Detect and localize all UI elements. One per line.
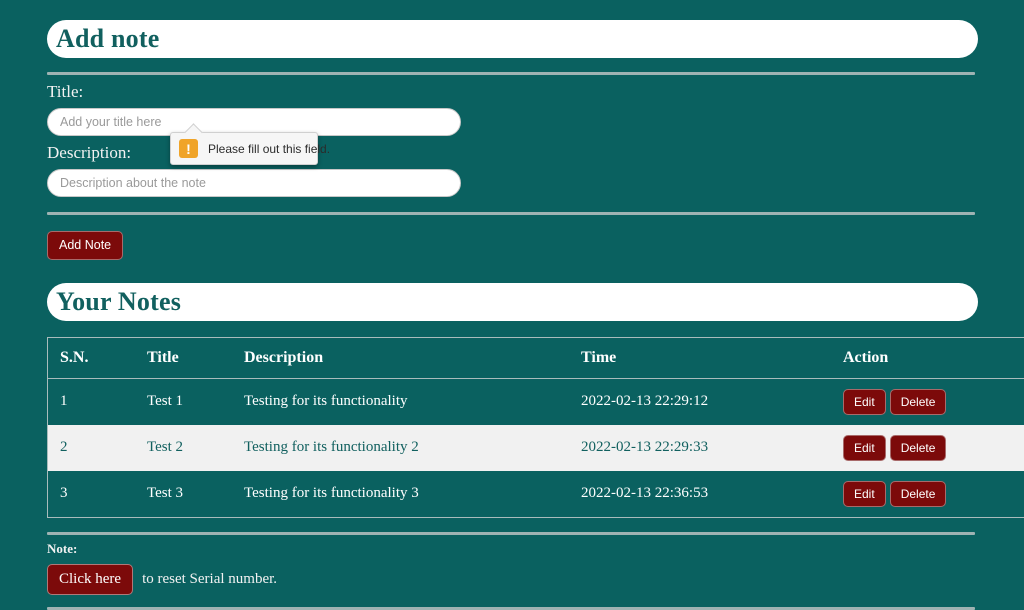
column-header-action: Action [831,337,1024,378]
spacer-9 [47,321,978,337]
add-note-heading-bar: Add note [47,20,978,58]
cell-description: Testing for its functionality [232,378,569,425]
spacer-13 [47,595,978,607]
your-notes-heading-text: Your Notes [56,289,181,315]
add-note-heading-text: Add note [56,26,159,52]
edit-button[interactable]: Edit [843,435,886,461]
cell-title: Test 1 [135,378,232,425]
edit-button[interactable]: Edit [843,481,886,507]
spacer-8 [47,260,978,283]
reset-serial-number-button[interactable]: Click here [47,564,133,595]
footer-note-text: to reset Serial number. [142,571,277,588]
table-row: 1 Test 1 Testing for its functionality 2… [48,378,1024,425]
footer-note-label: Note: [47,541,978,557]
delete-button[interactable]: Delete [890,389,947,415]
footer-note-row: Click here to reset Serial number. [47,564,978,595]
cell-time: 2022-02-13 22:29:33 [569,425,831,471]
cell-description: Testing for its functionality 3 [232,471,569,518]
add-note-header-wrap: Add note [47,0,978,58]
column-header-sn: S.N. [48,337,136,378]
validation-tooltip-message: Please fill out this field. [208,142,330,156]
table-row: 2 Test 2 Testing for its functionality 2… [48,425,1024,471]
cell-action: EditDelete [831,471,1024,518]
column-header-description: Description [232,337,569,378]
cell-time: 2022-02-13 22:29:12 [569,378,831,425]
spacer-2 [47,75,978,82]
title-field-label: Title: [47,82,978,102]
cell-sn: 1 [48,378,136,425]
page-root: Add note Title: Description: Add Note Yo… [0,0,1024,563]
warning-exclamation-icon: ! [179,139,198,158]
spacer-6 [47,197,978,212]
cell-title: Test 3 [135,471,232,518]
cell-description: Testing for its functionality 2 [232,425,569,471]
table-row: 3 Test 3 Testing for its functionality 3… [48,471,1024,518]
table-header-row: S.N. Title Description Time Action [48,337,1024,378]
delete-button[interactable]: Delete [890,435,947,461]
cell-sn: 3 [48,471,136,518]
add-note-button[interactable]: Add Note [47,231,123,260]
spacer-10 [47,518,978,532]
spacer-7 [47,215,978,231]
notes-table-head: S.N. Title Description Time Action [48,337,1024,378]
column-header-time: Time [569,337,831,378]
delete-button[interactable]: Delete [890,481,947,507]
cell-action: EditDelete [831,378,1024,425]
cell-sn: 2 [48,425,136,471]
description-input[interactable] [47,169,461,197]
edit-button[interactable]: Edit [843,389,886,415]
cell-time: 2022-02-13 22:36:53 [569,471,831,518]
notes-table: S.N. Title Description Time Action 1 Tes… [47,337,1024,518]
cell-title: Test 2 [135,425,232,471]
your-notes-heading-bar: Your Notes [47,283,978,321]
validation-tooltip: ! Please fill out this field. [170,132,318,165]
spacer-12 [47,557,978,564]
cell-action: EditDelete [831,425,1024,471]
spacer-1 [47,58,978,72]
column-header-title: Title [135,337,232,378]
content-container: Add note Title: Description: Add Note Yo… [47,0,978,610]
divider-footer-bottom [47,607,975,610]
notes-table-body: 1 Test 1 Testing for its functionality 2… [48,378,1024,517]
